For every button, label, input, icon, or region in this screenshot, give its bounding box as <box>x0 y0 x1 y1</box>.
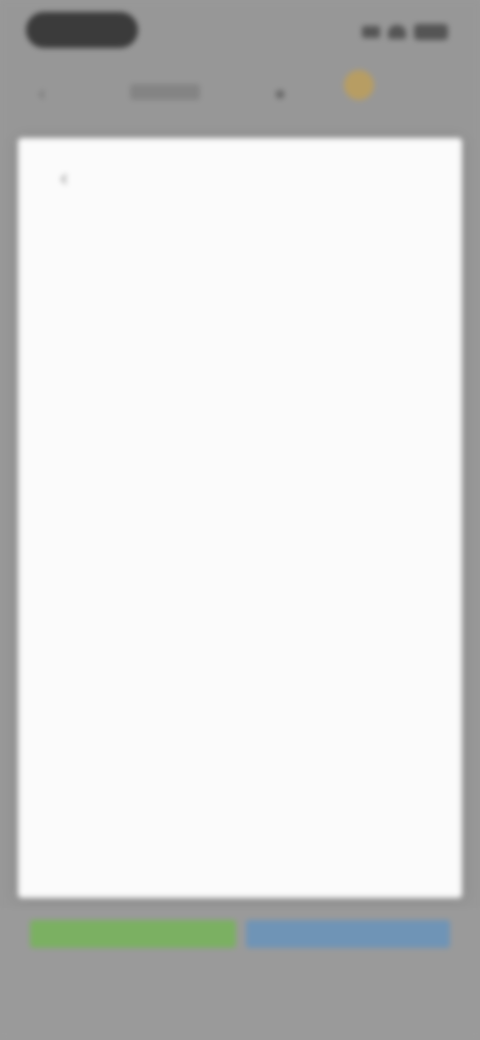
time-indicator <box>26 12 138 48</box>
bottom-action-bar <box>0 908 480 1040</box>
status-bar <box>0 0 480 64</box>
back-icon[interactable]: ‹ <box>26 78 58 110</box>
secondary-button[interactable] <box>246 920 450 948</box>
toolbar-title <box>130 84 200 100</box>
wifi-icon <box>388 25 406 39</box>
user-icon[interactable]: ● <box>264 78 296 110</box>
app-toolbar: ‹ ● <box>0 64 480 124</box>
dialog-title <box>18 160 462 178</box>
terms-dialog: ‹ <box>18 138 462 898</box>
dialog-body <box>32 218 448 888</box>
accept-button[interactable] <box>30 920 236 948</box>
signal-icon <box>362 26 380 38</box>
battery-icon <box>414 24 448 40</box>
app-screen: ‹ ● ‹ <box>0 0 480 1040</box>
status-icons <box>362 22 452 40</box>
coin-icon[interactable] <box>344 70 374 100</box>
